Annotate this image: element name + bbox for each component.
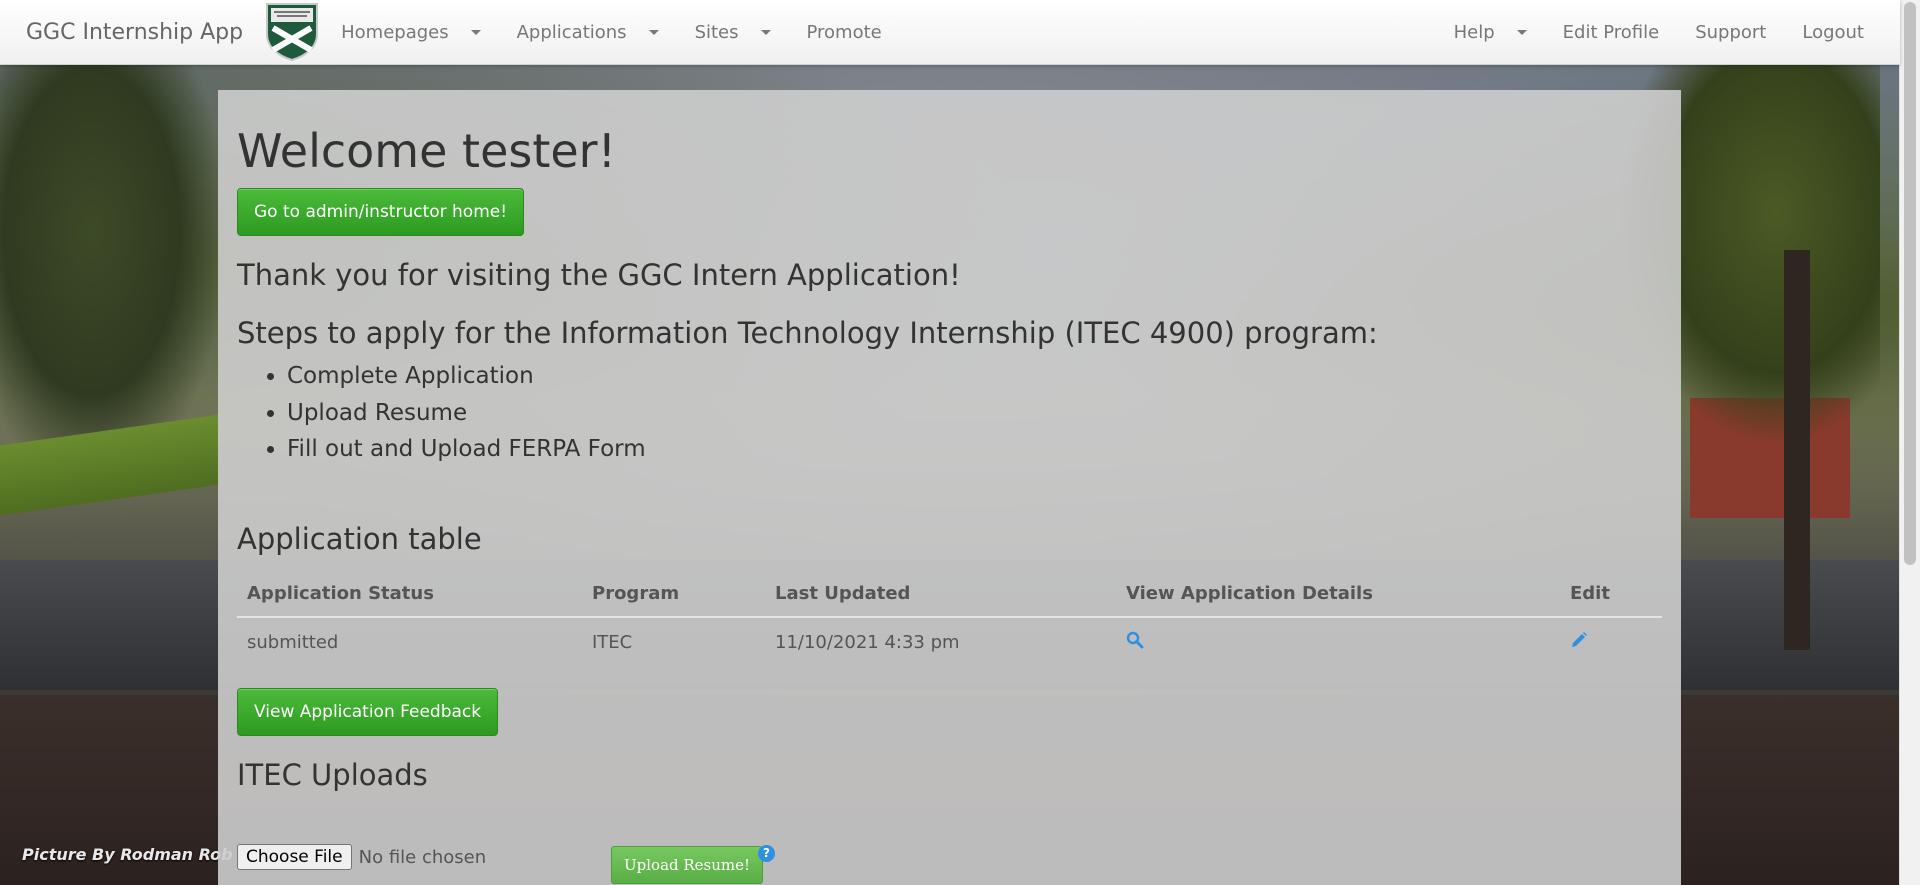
- scrollbar[interactable]: [1899, 0, 1920, 885]
- brand[interactable]: GGC Internship App: [26, 20, 243, 45]
- step-item: Complete Application: [287, 358, 646, 395]
- nav-sites[interactable]: Sites: [677, 0, 789, 64]
- col-edit: Edit: [1560, 570, 1662, 618]
- cell-last-updated: 11/10/2021 4:33 pm: [775, 631, 960, 653]
- tree-left: [0, 60, 230, 490]
- nav-left: Homepages Applications Sites Promote: [323, 0, 900, 64]
- nav-logout-label: Logout: [1802, 21, 1864, 43]
- brick-building: [1690, 398, 1850, 518]
- nav-logout[interactable]: Logout: [1784, 0, 1882, 64]
- nav-support-label: Support: [1695, 21, 1767, 43]
- admin-home-button[interactable]: Go to admin/instructor home!: [237, 188, 525, 236]
- step-item: Fill out and Upload FERPA Form: [287, 431, 646, 468]
- photo-credit: Picture By Rodman Rob: [22, 845, 233, 864]
- table-header-row: Application Status Program Last Updated …: [237, 570, 1662, 618]
- step-item: Upload Resume: [287, 395, 646, 432]
- scrollbar-thumb[interactable]: [1904, 2, 1916, 565]
- choose-file-button[interactable]: Choose File: [237, 844, 352, 870]
- uploads-heading: ITEC Uploads: [237, 758, 428, 792]
- caret-down-icon: [470, 29, 481, 35]
- cell-edit: [1560, 617, 1662, 666]
- view-feedback-button[interactable]: View Application Feedback: [237, 688, 499, 736]
- upload-resume-button[interactable]: Upload Resume!: [611, 846, 764, 884]
- cell-program: ITEC: [592, 631, 633, 653]
- main-panel: Welcome tester! Go to admin/instructor h…: [218, 90, 1681, 885]
- thanks-text: Thank you for visiting the GGC Intern Ap…: [237, 258, 961, 292]
- nav-applications-label: Applications: [516, 21, 627, 43]
- file-status: No file chosen: [358, 846, 487, 868]
- help-circle-icon[interactable]: ?: [758, 845, 775, 862]
- steps-heading: Steps to apply for the Information Techn…: [237, 316, 1378, 350]
- file-input: Choose File No file chosen: [237, 844, 486, 870]
- nav-homepages[interactable]: Homepages: [323, 0, 499, 64]
- nav-help-label: Help: [1453, 21, 1495, 43]
- cell-status: submitted: [247, 631, 339, 653]
- ggc-crest-icon[interactable]: [261, 0, 323, 62]
- application-table: Application Status Program Last Updated …: [237, 570, 1662, 666]
- navbar: GGC Internship App Homepages Application…: [0, 0, 1900, 65]
- col-last-updated: Last Updated: [765, 570, 1116, 618]
- caret-down-icon: [648, 29, 659, 35]
- nav-support[interactable]: Support: [1677, 0, 1784, 64]
- nav-promote-label: Promote: [806, 21, 882, 43]
- steps-list: Complete Application Upload Resume Fill …: [237, 358, 646, 468]
- cell-view: [1116, 617, 1560, 666]
- nav-help[interactable]: Help: [1436, 0, 1545, 64]
- page-title: Welcome tester!: [237, 124, 617, 178]
- nav-edit-profile[interactable]: Edit Profile: [1545, 0, 1678, 64]
- search-icon[interactable]: [1126, 631, 1144, 654]
- caret-down-icon: [1516, 29, 1527, 35]
- nav-right: Help Edit Profile Support Logout: [1436, 0, 1882, 64]
- col-program: Program: [582, 570, 765, 618]
- tree-trunk-right: [1784, 250, 1810, 650]
- pencil-icon[interactable]: [1570, 631, 1588, 654]
- nav-applications[interactable]: Applications: [499, 0, 677, 64]
- col-view-details: View Application Details: [1116, 570, 1560, 618]
- nav-sites-label: Sites: [694, 21, 739, 43]
- nav-edit-profile-label: Edit Profile: [1562, 21, 1660, 43]
- nav-homepages-label: Homepages: [341, 21, 449, 43]
- table-row: submitted ITEC 11/10/2021 4:33 pm: [237, 617, 1662, 666]
- col-application-status: Application Status: [237, 570, 582, 618]
- application-table-heading: Application table: [237, 522, 482, 556]
- caret-down-icon: [760, 29, 771, 35]
- nav-promote[interactable]: Promote: [789, 0, 900, 64]
- grass-left: [0, 414, 220, 516]
